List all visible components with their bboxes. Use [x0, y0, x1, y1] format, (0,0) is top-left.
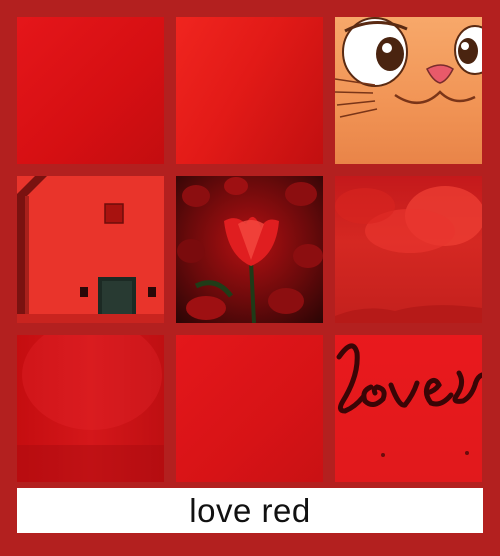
tulip-icon	[177, 177, 323, 323]
tile-red-tulips[interactable]	[176, 176, 323, 323]
house-icon	[17, 176, 164, 323]
love-script-icon	[336, 343, 482, 457]
tile-cartoon-cat[interactable]	[335, 17, 482, 164]
tile-love-script[interactable]	[335, 335, 482, 482]
tile-red-gradient-1[interactable]	[17, 17, 164, 164]
tile-red-glossy[interactable]	[17, 335, 164, 482]
tile-red-clouds[interactable]	[335, 176, 482, 323]
image-grid	[17, 17, 483, 483]
cat-face-icon	[335, 17, 482, 118]
caption-bar: love red	[17, 488, 483, 533]
tile-red-house[interactable]	[17, 176, 164, 323]
glossy-surface-icon	[17, 335, 164, 482]
tile-red-gradient-3[interactable]	[176, 335, 323, 482]
tile-red-gradient-2[interactable]	[176, 17, 323, 164]
cloud-icon	[335, 186, 482, 323]
caption-text: love red	[189, 491, 311, 529]
